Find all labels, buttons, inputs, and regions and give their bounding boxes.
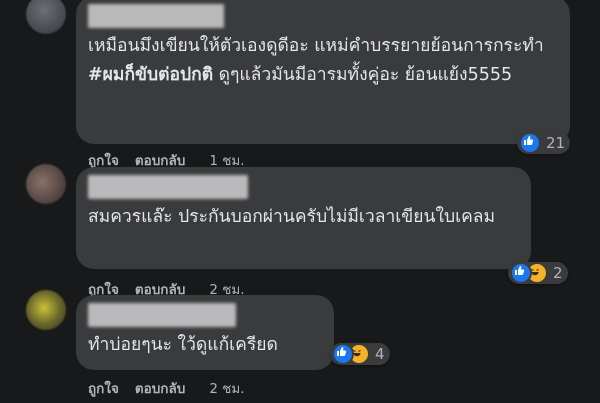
author-name-redacted[interactable] [88,303,236,327]
reaction-summary[interactable]: 4 [330,343,390,365]
like-reaction-icon [519,132,541,154]
comment-bubble: สมควรแล๊ะ ประกันบอกผ่านครับไม่มีเวลาเขีย… [76,167,531,269]
comment-actions: ถูกใจ ตอบกลับ 2 ชม. [88,377,245,399]
avatar[interactable] [26,0,66,34]
comment-text: สมควรแล๊ะ ประกันบอกผ่านครับไม่มีเวลาเขีย… [88,207,496,227]
reaction-summary[interactable]: 2 [508,262,568,284]
timestamp[interactable]: 2 ชม. [209,377,244,399]
author-name-redacted[interactable] [88,175,248,199]
comment-text: ทำบ่อยๆนะ ใว้ดูแก้เครียด [88,335,278,355]
reaction-summary[interactable]: 21 [517,132,571,154]
hashtag-link[interactable]: #ผมก็ขับต่อปกติ [88,65,213,85]
comment-text: เหมือนมึงเขียนให้ตัวเองดูดีอะ แหม่คำบรรย… [88,32,558,90]
avatar[interactable] [26,290,66,330]
like-button[interactable]: ถูกใจ [88,377,119,399]
author-name-redacted[interactable] [88,4,224,28]
reaction-count: 2 [553,264,563,282]
reaction-count: 21 [546,134,566,152]
reply-button[interactable]: ตอบกลับ [135,377,185,399]
comment-bubble: เหมือนมึงเขียนให้ตัวเองดูดีอะ แหม่คำบรรย… [76,0,570,144]
like-reaction-icon [332,343,354,365]
like-reaction-icon [510,262,532,284]
avatar[interactable] [26,164,66,204]
comment-text-pre: เหมือนมึงเขียนให้ตัวเองดูดีอะ แหม่คำบรรย… [88,36,550,56]
comment-bubble: ทำบ่อยๆนะ ใว้ดูแก้เครียด [76,295,334,370]
reaction-count: 4 [375,345,385,363]
comment-text-post: ดูๆแล้วมันมีอารมทั้งคู่อะ ย้อนแย้ง5555 [213,65,513,85]
